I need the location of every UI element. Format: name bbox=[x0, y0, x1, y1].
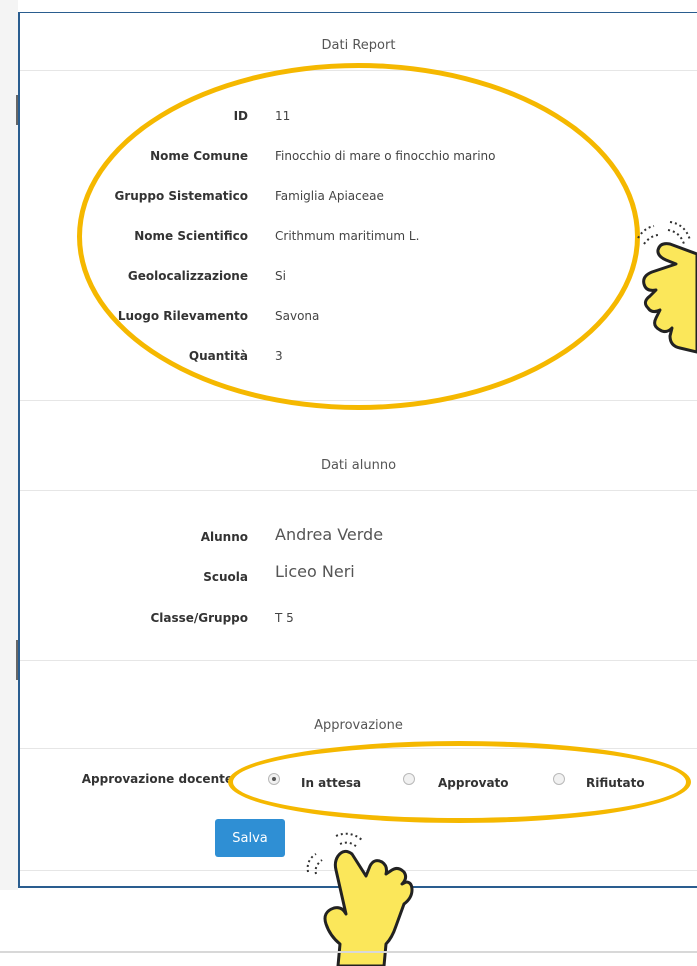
section-title-report: Dati Report bbox=[321, 38, 396, 53]
section-title-approval: Approvazione bbox=[314, 718, 403, 733]
label-approvazione-docente: Approvazione docente bbox=[81, 772, 233, 786]
pointing-hand-icon bbox=[637, 221, 697, 354]
save-button[interactable]: Salva bbox=[215, 819, 285, 857]
highlight-ellipse-approval bbox=[228, 741, 691, 823]
label-classe-gruppo: Classe/Gruppo bbox=[150, 611, 248, 625]
pointing-hand-icon bbox=[306, 832, 414, 966]
left-sidebar-strip bbox=[0, 0, 18, 890]
section-title-student: Dati alunno bbox=[320, 458, 397, 473]
value-alunno: Andrea Verde bbox=[275, 525, 384, 544]
highlight-ellipse-report bbox=[77, 63, 640, 410]
label-alunno: Alunno bbox=[200, 530, 248, 544]
divider bbox=[20, 490, 697, 491]
bottom-divider bbox=[0, 951, 697, 953]
divider bbox=[20, 660, 697, 661]
label-scuola: Scuola bbox=[203, 570, 248, 584]
value-classe-gruppo: T 5 bbox=[275, 611, 294, 625]
value-scuola: Liceo Neri bbox=[275, 562, 355, 581]
